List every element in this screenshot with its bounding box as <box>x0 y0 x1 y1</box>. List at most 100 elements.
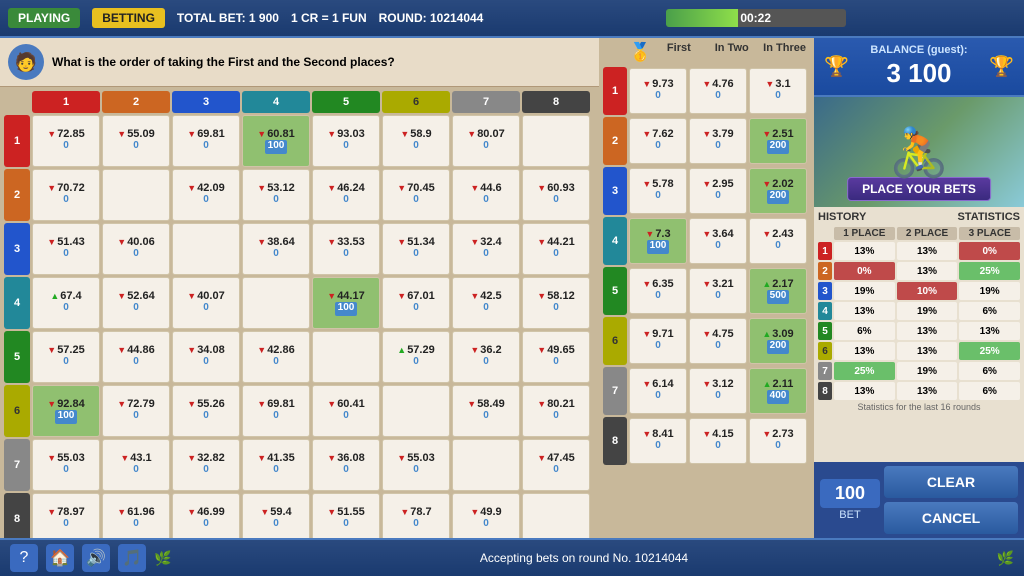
grid-cell-2-7[interactable]: ▼44.60 <box>452 169 520 221</box>
odds-cell-4-1[interactable]: ▼7.3100 <box>629 218 687 264</box>
grid-cell-3-7[interactable]: ▼32.40 <box>452 223 520 275</box>
grid-cell-8-6[interactable]: ▼78.70 <box>382 493 450 538</box>
odds-cell-5-2[interactable]: ▼3.210 <box>689 268 747 314</box>
grid-cell-1-3[interactable]: ▼69.810 <box>172 115 240 167</box>
grid-cell-4-4[interactable] <box>242 277 310 329</box>
grid-cell-3-3[interactable] <box>172 223 240 275</box>
grid-cell-5-4[interactable]: ▼42.860 <box>242 331 310 383</box>
odds-cell-2-3[interactable]: ▼2.51200 <box>749 118 807 164</box>
odds-cell-2-2[interactable]: ▼3.790 <box>689 118 747 164</box>
grid-cell-1-4[interactable]: ▼60.81100 <box>242 115 310 167</box>
grid-cell-1-2[interactable]: ▼55.090 <box>102 115 170 167</box>
grid-cell-7-3[interactable]: ▼32.820 <box>172 439 240 491</box>
grid-cell-2-4[interactable]: ▼53.120 <box>242 169 310 221</box>
cancel-button[interactable]: CANCEL <box>884 502 1018 534</box>
grid-cell-1-6[interactable]: ▼58.90 <box>382 115 450 167</box>
odds-cell-3-1[interactable]: ▼5.780 <box>629 168 687 214</box>
grid-cell-7-2[interactable]: ▼43.10 <box>102 439 170 491</box>
row-header-6: 6 <box>4 385 30 437</box>
grid-cell-5-2[interactable]: ▼44.860 <box>102 331 170 383</box>
grid-cell-1-7[interactable]: ▼80.070 <box>452 115 520 167</box>
odds-cell-1-3[interactable]: ▼3.10 <box>749 68 807 114</box>
odds-cell-1-1[interactable]: ▼9.730 <box>629 68 687 114</box>
grid-cell-7-7[interactable] <box>452 439 520 491</box>
odds-cell-4-2[interactable]: ▼3.640 <box>689 218 747 264</box>
stats-cell-6-3: 25% <box>959 342 1020 360</box>
odds-cell-3-3[interactable]: ▼2.02200 <box>749 168 807 214</box>
grid-cell-2-8[interactable]: ▼60.930 <box>522 169 590 221</box>
grid-cell-3-4[interactable]: ▼38.640 <box>242 223 310 275</box>
grid-cell-6-1[interactable]: ▼92.84100 <box>32 385 100 437</box>
grid-cell-2-2[interactable] <box>102 169 170 221</box>
odds-cell-7-2[interactable]: ▼3.120 <box>689 368 747 414</box>
grid-cell-4-6[interactable]: ▼67.010 <box>382 277 450 329</box>
grid-cell-6-4[interactable]: ▼69.810 <box>242 385 310 437</box>
place-bets-button[interactable]: PLACE YOUR BETS <box>847 177 991 201</box>
odds-cell-4-3[interactable]: ▼2.430 <box>749 218 807 264</box>
grid-cell-5-7[interactable]: ▼36.20 <box>452 331 520 383</box>
grid-cell-1-5[interactable]: ▼93.030 <box>312 115 380 167</box>
odds-cell-7-1[interactable]: ▼6.140 <box>629 368 687 414</box>
odds-cell-3-2[interactable]: ▼2.950 <box>689 168 747 214</box>
odds-cell-2-1[interactable]: ▼7.620 <box>629 118 687 164</box>
odds-cell-6-2[interactable]: ▼4.750 <box>689 318 747 364</box>
odds-cell-1-2[interactable]: ▼4.760 <box>689 68 747 114</box>
grid-cell-2-6[interactable]: ▼70.450 <box>382 169 450 221</box>
grid-cell-3-6[interactable]: ▼51.340 <box>382 223 450 275</box>
grid-cell-8-2[interactable]: ▼61.960 <box>102 493 170 538</box>
grid-cell-4-2[interactable]: ▼52.640 <box>102 277 170 329</box>
grid-cell-8-5[interactable]: ▼51.550 <box>312 493 380 538</box>
odds-row-header-6: 6 <box>603 317 627 365</box>
music-button[interactable]: 🎵 <box>118 544 146 572</box>
grid-cell-6-5[interactable]: ▼60.410 <box>312 385 380 437</box>
grid-cell-7-4[interactable]: ▼41.350 <box>242 439 310 491</box>
grid-cell-5-3[interactable]: ▼34.080 <box>172 331 240 383</box>
grid-cell-4-1[interactable]: ▲67.40 <box>32 277 100 329</box>
grid-cell-8-4[interactable]: ▼59.40 <box>242 493 310 538</box>
grid-cell-6-7[interactable]: ▼58.490 <box>452 385 520 437</box>
grid-cell-8-3[interactable]: ▼46.990 <box>172 493 240 538</box>
grid-cell-3-8[interactable]: ▼44.210 <box>522 223 590 275</box>
odds-cell-6-3[interactable]: ▲3.09200 <box>749 318 807 364</box>
odds-cell-5-3[interactable]: ▲2.17500 <box>749 268 807 314</box>
bet-btn-col: CLEAR CANCEL <box>884 466 1018 534</box>
grid-cell-1-8[interactable] <box>522 115 590 167</box>
grid-cell-4-5[interactable]: ▼44.17100 <box>312 277 380 329</box>
odds-cell-8-1[interactable]: ▼8.410 <box>629 418 687 464</box>
grid-cell-5-1[interactable]: ▼57.250 <box>32 331 100 383</box>
grid-cell-3-2[interactable]: ▼40.060 <box>102 223 170 275</box>
grid-cell-6-6[interactable] <box>382 385 450 437</box>
grid-cell-2-5[interactable]: ▼46.240 <box>312 169 380 221</box>
odds-cell-6-1[interactable]: ▼9.710 <box>629 318 687 364</box>
sound-button[interactable]: 🔊 <box>82 544 110 572</box>
grid-cell-8-7[interactable]: ▼49.90 <box>452 493 520 538</box>
home-button[interactable]: 🏠 <box>46 544 74 572</box>
grid-cell-3-1[interactable]: ▼51.430 <box>32 223 100 275</box>
clear-button[interactable]: CLEAR <box>884 466 1018 498</box>
grid-cell-7-6[interactable]: ▼55.030 <box>382 439 450 491</box>
grid-cell-7-1[interactable]: ▼55.030 <box>32 439 100 491</box>
odds-cell-7-3[interactable]: ▲2.11400 <box>749 368 807 414</box>
odds-cell-5-1[interactable]: ▼6.350 <box>629 268 687 314</box>
grid-cell-5-8[interactable]: ▼49.650 <box>522 331 590 383</box>
grid-cell-4-7[interactable]: ▼42.50 <box>452 277 520 329</box>
grid-cell-2-1[interactable]: ▼70.720 <box>32 169 100 221</box>
odds-row-header-3: 3 <box>603 167 627 215</box>
grid-cell-2-3[interactable]: ▼42.090 <box>172 169 240 221</box>
grid-cell-8-1[interactable]: ▼78.970 <box>32 493 100 538</box>
grid-cell-6-2[interactable]: ▼72.790 <box>102 385 170 437</box>
grid-cell-6-3[interactable]: ▼55.260 <box>172 385 240 437</box>
grid-cell-8-8[interactable] <box>522 493 590 538</box>
grid-cell-6-8[interactable]: ▼80.210 <box>522 385 590 437</box>
grid-cell-5-6[interactable]: ▲57.290 <box>382 331 450 383</box>
grid-cell-4-3[interactable]: ▼40.070 <box>172 277 240 329</box>
grid-cell-5-5[interactable] <box>312 331 380 383</box>
odds-cell-8-2[interactable]: ▼4.150 <box>689 418 747 464</box>
help-button[interactable]: ? <box>10 544 38 572</box>
grid-cell-7-8[interactable]: ▼47.450 <box>522 439 590 491</box>
grid-cell-3-5[interactable]: ▼33.530 <box>312 223 380 275</box>
grid-cell-1-1[interactable]: ▼72.850 <box>32 115 100 167</box>
grid-cell-4-8[interactable]: ▼58.120 <box>522 277 590 329</box>
grid-cell-7-5[interactable]: ▼36.080 <box>312 439 380 491</box>
odds-cell-8-3[interactable]: ▼2.730 <box>749 418 807 464</box>
